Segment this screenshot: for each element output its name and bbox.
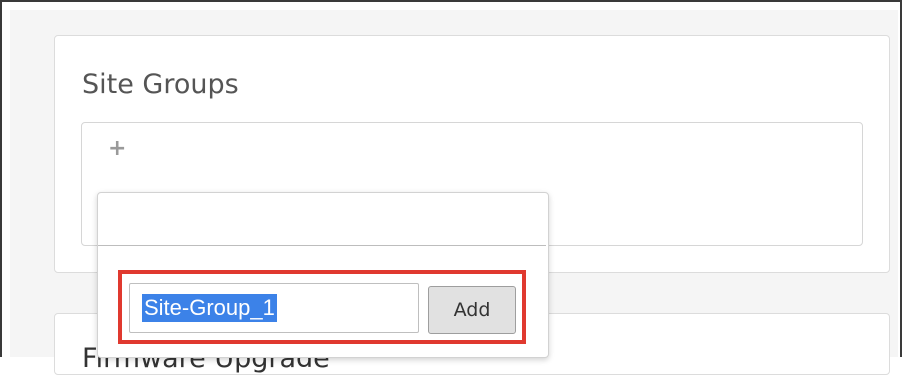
site-group-name-input[interactable]: Site-Group_1 (129, 283, 419, 333)
popover-search-field[interactable] (98, 193, 546, 246)
add-button[interactable]: Add (428, 286, 516, 334)
site-groups-title: Site Groups (82, 69, 239, 100)
selected-input-text: Site-Group_1 (142, 294, 277, 322)
plus-icon[interactable]: + (108, 138, 126, 160)
